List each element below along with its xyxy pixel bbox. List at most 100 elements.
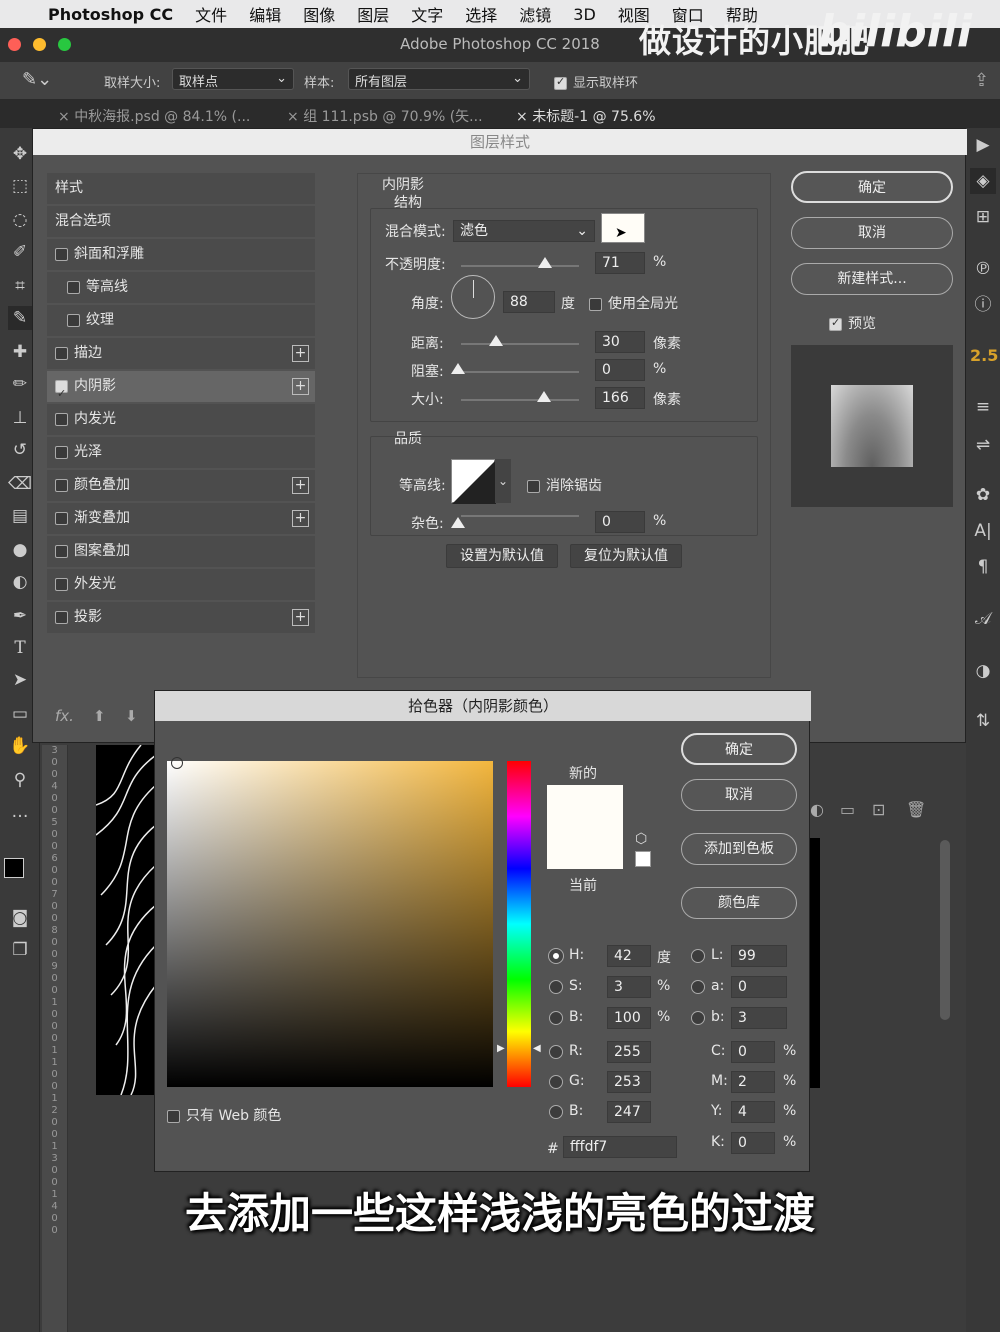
eraser-tool-icon[interactable]: ⌫ — [8, 472, 32, 496]
style-item-checkbox[interactable] — [55, 346, 68, 360]
preview-checkbox[interactable]: 预览 — [829, 313, 876, 333]
quick-select-tool-icon[interactable]: ✐ — [8, 240, 32, 264]
add-style-icon[interactable]: + — [292, 510, 309, 527]
choke-slider-thumb[interactable] — [451, 363, 465, 374]
style-list-header[interactable]: 样式 — [47, 173, 315, 204]
rgb-input-0[interactable]: 255 — [607, 1041, 651, 1063]
libraries-icon[interactable]: ⊞ — [970, 204, 996, 230]
style-item[interactable]: 外发光 — [47, 569, 315, 600]
style-item-checkbox[interactable] — [67, 280, 80, 294]
rgb-input-2[interactable]: 247 — [607, 1101, 651, 1123]
angle-dial[interactable] — [451, 275, 495, 319]
menu-3d[interactable]: 3D — [573, 5, 596, 24]
close-icon[interactable]: × — [287, 109, 303, 125]
size-input[interactable]: 166 — [595, 387, 645, 409]
marquee-tool-icon[interactable]: ⬚ — [8, 174, 32, 198]
style-item[interactable]: 内发光 — [47, 404, 315, 435]
style-item[interactable]: 混合选项 — [47, 206, 315, 237]
noise-slider[interactable] — [461, 515, 579, 517]
color-libraries-button[interactable]: 颜色库 — [681, 887, 797, 919]
blur-tool-icon[interactable]: ● — [8, 538, 32, 562]
brush-tool-icon[interactable]: ✏ — [8, 372, 32, 396]
hsb-input-1[interactable]: 3 — [607, 976, 651, 998]
crop-tool-icon[interactable]: ⌗ — [8, 274, 32, 298]
saturation-brightness-field[interactable] — [167, 757, 493, 1087]
rectangle-tool-icon[interactable]: ▭ — [8, 702, 32, 726]
style-item-checkbox[interactable] — [55, 445, 68, 459]
hsb-radio-1[interactable] — [549, 980, 563, 994]
color-icon[interactable]: ◑ — [970, 658, 996, 684]
style-item[interactable]: 描边 + — [47, 338, 315, 369]
move-down-icon[interactable]: ⬇ — [125, 707, 138, 725]
healing-tool-icon[interactable]: ✚ — [8, 340, 32, 364]
add-style-icon[interactable]: + — [292, 477, 309, 494]
cmyk-input-0[interactable]: 0 — [731, 1041, 775, 1063]
picker-ok-button[interactable]: 确定 — [681, 733, 797, 765]
distance-slider-thumb[interactable] — [489, 335, 503, 346]
tab-document-2[interactable]: × 组 111.psb @ 70.9% (矢... — [287, 106, 483, 126]
web-safe-color-swatch[interactable] — [635, 851, 651, 867]
style-item[interactable]: 渐变叠加 + — [47, 503, 315, 534]
new-style-button[interactable]: 新建样式... — [791, 263, 953, 295]
global-light-checkbox[interactable]: 使用全局光 — [589, 293, 678, 313]
sample-select[interactable]: 所有图层 ⌄ — [348, 68, 530, 90]
reset-default-button[interactable]: 复位为默认值 — [570, 544, 682, 568]
contour-preview[interactable] — [451, 459, 496, 504]
add-to-swatches-button[interactable]: 添加到色板 — [681, 833, 797, 865]
tab-document-3[interactable]: × 未标题-1 @ 75.6% — [516, 106, 656, 126]
hsb-input-2[interactable]: 100 — [607, 1007, 651, 1029]
rgb-radio-0[interactable] — [549, 1045, 563, 1059]
menu-image[interactable]: 图像 — [303, 2, 335, 26]
style-item[interactable]: 纹理 — [47, 305, 315, 336]
quick-mask-icon[interactable]: ◙ — [8, 906, 32, 930]
style-item[interactable]: 颜色叠加 + — [47, 470, 315, 501]
ok-button[interactable]: 确定 — [791, 171, 953, 203]
style-item-checkbox[interactable] — [55, 544, 68, 558]
menu-layer[interactable]: 图层 — [357, 2, 389, 26]
new-group-icon[interactable]: ▭ — [840, 800, 855, 819]
angle-input[interactable]: 88 — [503, 291, 555, 313]
close-icon[interactable]: × — [516, 109, 532, 125]
style-item[interactable]: 等高线 — [47, 272, 315, 303]
expand-panel-icon[interactable]: ▶ — [970, 132, 996, 158]
style-item-checkbox[interactable] — [55, 378, 68, 409]
path-select-tool-icon[interactable]: ➤ — [8, 668, 32, 692]
close-icon[interactable]: × — [58, 109, 74, 125]
menu-select[interactable]: 选择 — [465, 2, 497, 26]
add-style-icon[interactable]: + — [292, 609, 309, 626]
hsb-radio-2[interactable] — [549, 1011, 563, 1025]
pen-tool-icon[interactable]: ✒ — [8, 604, 32, 628]
lab-radio-1[interactable] — [691, 980, 705, 994]
show-ring-checkbox[interactable]: 显示取样环 — [554, 72, 638, 91]
dodge-tool-icon[interactable]: ◐ — [8, 570, 32, 594]
type-tool-icon[interactable]: T — [8, 636, 32, 660]
hue-slider[interactable] — [507, 761, 531, 1087]
lab-radio-0[interactable] — [691, 949, 705, 963]
set-default-button[interactable]: 设置为默认值 — [446, 544, 558, 568]
hsb-radio-0[interactable] — [549, 949, 563, 963]
opacity-input[interactable]: 71 — [595, 252, 645, 274]
menu-edit[interactable]: 编辑 — [249, 2, 281, 26]
stamp-tool-icon[interactable]: ⊥ — [8, 406, 32, 430]
style-item[interactable]: 图案叠加 — [47, 536, 315, 567]
history-brush-icon[interactable]: ↺ — [8, 438, 32, 462]
size-slider[interactable] — [461, 399, 579, 401]
lab-input-0[interactable]: 99 — [731, 945, 787, 967]
opacity-slider-thumb[interactable] — [538, 257, 552, 268]
character-icon[interactable]: A| — [970, 518, 996, 544]
rgb-input-1[interactable]: 253 — [607, 1071, 651, 1093]
menu-type[interactable]: 文字 — [411, 2, 443, 26]
layers-scrollbar[interactable] — [940, 840, 950, 1020]
noise-input[interactable]: 0 — [595, 511, 645, 533]
foreground-color-swatch[interactable] — [4, 858, 24, 878]
fx-button[interactable]: fx. — [55, 707, 74, 725]
brush-settings-icon[interactable]: ≡ — [970, 394, 996, 420]
contour-dropdown[interactable]: ⌄ — [495, 459, 511, 503]
hsb-input-0[interactable]: 42 — [607, 945, 651, 967]
style-item-checkbox[interactable] — [55, 247, 68, 261]
app-menu[interactable]: Photoshop CC — [48, 5, 173, 24]
lab-input-2[interactable]: 3 — [731, 1007, 787, 1029]
style-item-checkbox[interactable] — [55, 412, 68, 426]
style-item[interactable]: 投影 + — [47, 602, 315, 633]
adjustments-icon[interactable]: ⇌ — [970, 432, 996, 458]
